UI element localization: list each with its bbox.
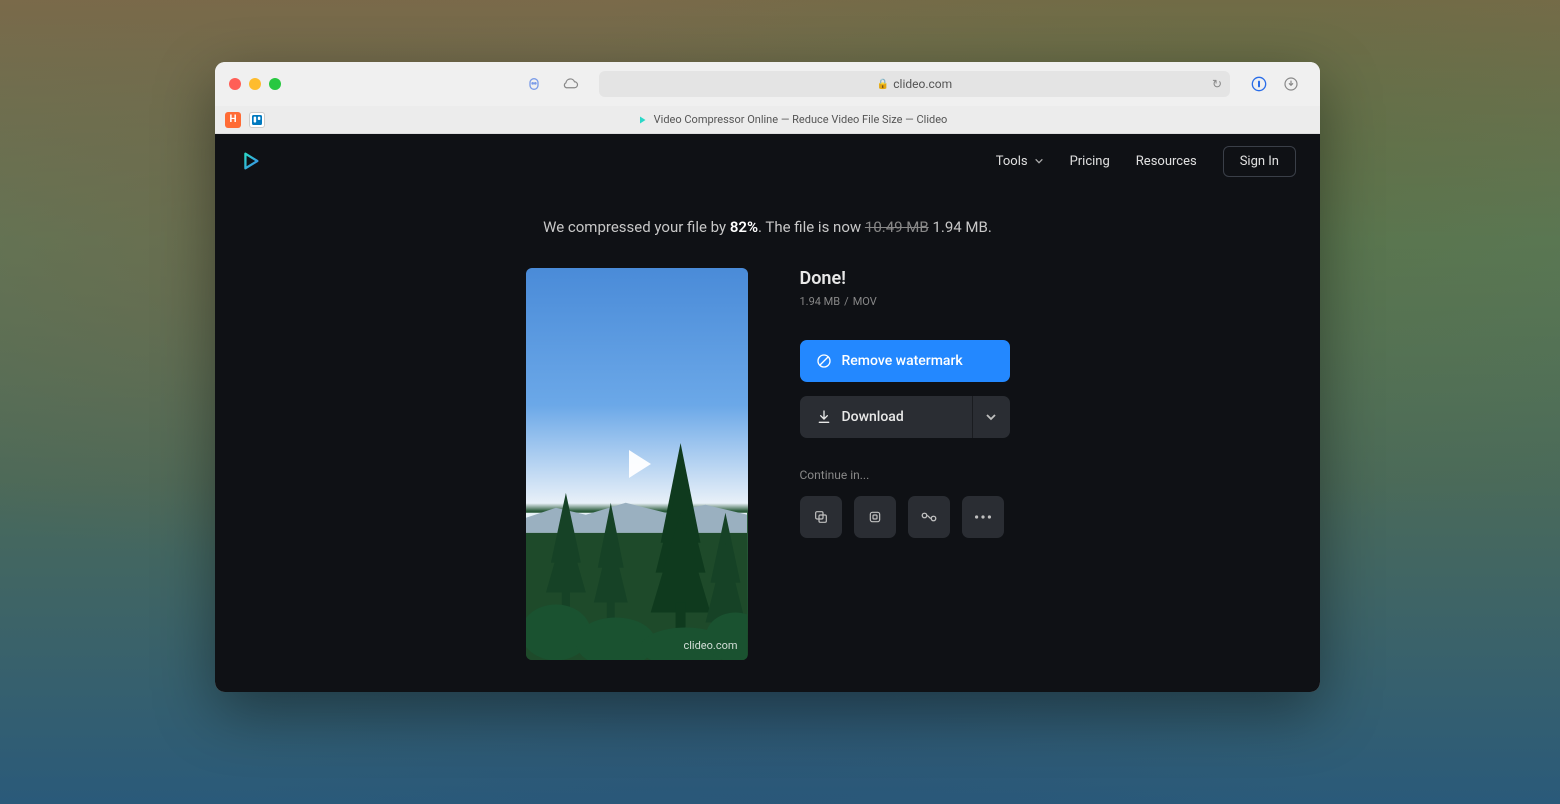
meta-format: MOV: [853, 295, 877, 308]
result-body: clideo.com Done! 1.94 MB/MOV Remove wate…: [215, 258, 1320, 670]
close-window-button[interactable]: [229, 78, 241, 90]
minimize-window-button[interactable]: [249, 78, 261, 90]
onepassword-icon[interactable]: [1250, 75, 1268, 93]
more-icon: [975, 515, 991, 519]
cloud-icon[interactable]: [561, 75, 579, 93]
reload-icon[interactable]: ↻: [1212, 77, 1222, 91]
privacy-icon[interactable]: [525, 75, 543, 93]
tab-strip: H Video Compressor Online — Reduce Video…: [215, 106, 1320, 134]
download-icon: [816, 409, 832, 425]
continue-copy-button[interactable]: [800, 496, 842, 538]
copy-icon: [813, 509, 829, 525]
site-header: Tools Pricing Resources Sign In: [215, 134, 1320, 188]
crop-icon: [920, 511, 938, 523]
page-content: Tools Pricing Resources Sign In We compr…: [215, 134, 1320, 692]
play-icon: [629, 450, 651, 478]
address-bar[interactable]: 🔒 clideo.com ↻: [599, 71, 1230, 97]
meta-size: 1.94 MB: [800, 295, 841, 308]
browser-window: 🔒 clideo.com ↻ H Video Compressor Online…: [215, 62, 1320, 692]
address-text: clideo.com: [893, 77, 952, 91]
video-preview[interactable]: clideo.com: [526, 268, 748, 660]
result-panel: Done! 1.94 MB/MOV Remove watermark Downl…: [800, 268, 1010, 660]
continue-resize-button[interactable]: [854, 496, 896, 538]
nav-tools[interactable]: Tools: [996, 154, 1044, 169]
watermark-text: clideo.com: [684, 639, 738, 652]
download-button[interactable]: Download: [800, 396, 1010, 438]
file-meta: 1.94 MB/MOV: [800, 295, 1010, 308]
chevron-down-icon: [1034, 156, 1044, 166]
continue-more-button[interactable]: [962, 496, 1004, 538]
new-file-size: 1.94 MB: [932, 218, 987, 236]
window-controls: [229, 78, 281, 90]
compression-summary: We compressed your file by 82%. The file…: [215, 188, 1320, 258]
browser-toolbar: 🔒 clideo.com ↻: [215, 62, 1320, 106]
active-tab[interactable]: Video Compressor Online — Reduce Video F…: [273, 113, 1310, 126]
chevron-down-icon: [985, 411, 997, 423]
clideo-logo[interactable]: [239, 150, 261, 172]
continue-actions: [800, 496, 1010, 538]
old-file-size: 10.49 MB: [865, 218, 929, 236]
clideo-favicon: [636, 114, 648, 126]
frame-icon: [867, 509, 883, 525]
play-button-overlay[interactable]: [526, 268, 748, 660]
nav-resources[interactable]: Resources: [1136, 154, 1197, 169]
sign-in-button[interactable]: Sign In: [1223, 146, 1296, 177]
lock-icon: 🔒: [877, 79, 889, 90]
no-symbol-icon: [816, 353, 832, 369]
download-dropdown[interactable]: [972, 396, 1010, 438]
downloads-icon[interactable]: [1282, 75, 1300, 93]
remove-watermark-button[interactable]: Remove watermark: [800, 340, 1010, 382]
tab-title-text: Video Compressor Online — Reduce Video F…: [654, 113, 948, 126]
compression-percent: 82%: [730, 218, 758, 236]
continue-label: Continue in...: [800, 468, 1010, 482]
site-nav: Tools Pricing Resources Sign In: [996, 146, 1296, 177]
nav-pricing[interactable]: Pricing: [1070, 154, 1110, 169]
done-heading: Done!: [800, 268, 1010, 289]
continue-crop-button[interactable]: [908, 496, 950, 538]
favicon-h[interactable]: H: [225, 112, 241, 128]
maximize-window-button[interactable]: [269, 78, 281, 90]
favicon-trello[interactable]: [249, 112, 265, 128]
